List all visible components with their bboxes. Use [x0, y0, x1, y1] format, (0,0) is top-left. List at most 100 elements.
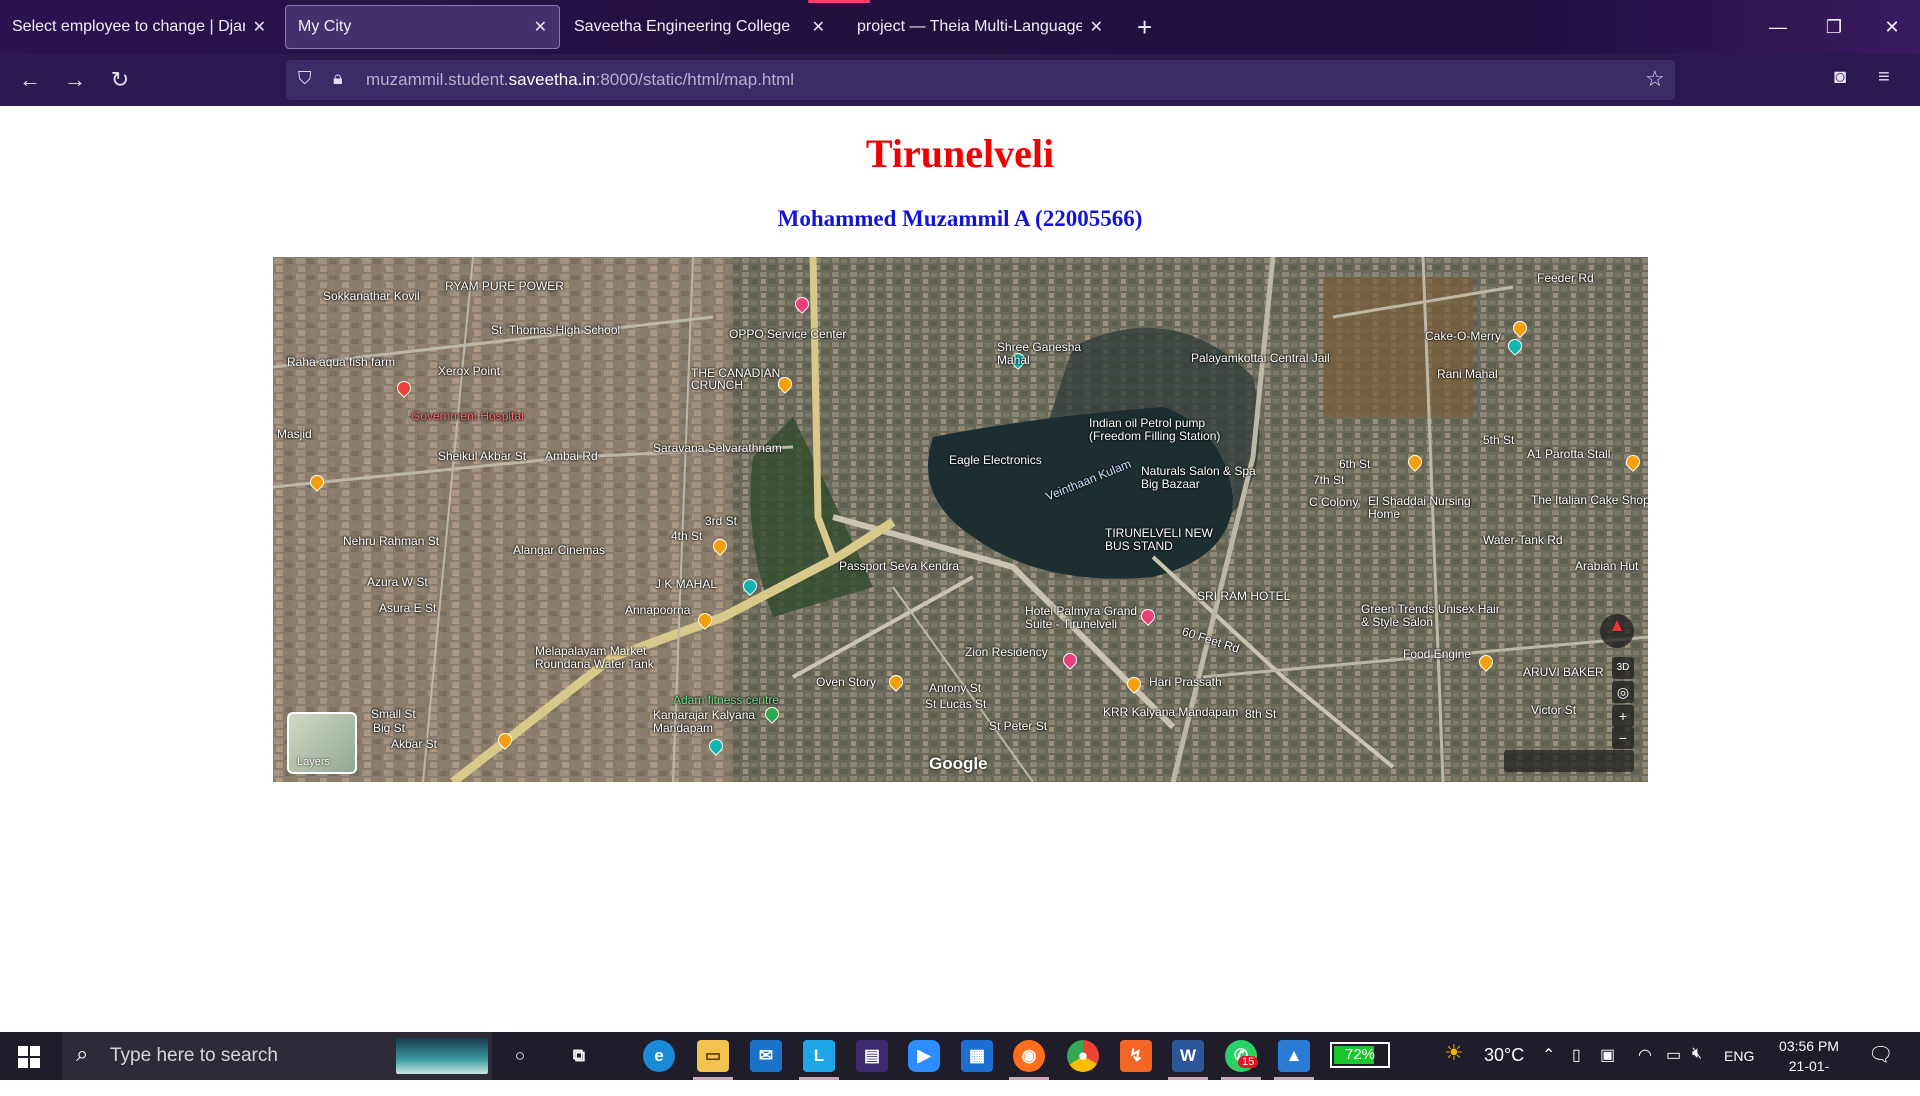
- bookmark-star-icon[interactable]: ☆: [1645, 66, 1665, 92]
- close-icon[interactable]: ✕: [534, 17, 547, 37]
- firefox-icon[interactable]: ◉: [1013, 1040, 1045, 1072]
- map-label: Saravana Selvarathnam: [653, 441, 782, 455]
- map-label: C Colony: [1309, 495, 1359, 509]
- layers-button[interactable]: Layers: [287, 712, 357, 774]
- forward-arrow-icon[interactable]: →: [58, 64, 92, 96]
- weather-icon[interactable]: ☀: [1444, 1040, 1464, 1066]
- layers-label: Layers: [297, 756, 331, 768]
- zoom-icon[interactable]: ▶: [908, 1040, 940, 1072]
- compass-icon[interactable]: [1600, 614, 1634, 648]
- volume-muted-icon[interactable]: 🔇︎: [1692, 1045, 1702, 1063]
- map-label: El Shaddai Nursing Home: [1368, 494, 1471, 521]
- taskbar-search[interactable]: ⌕ Type here to search: [62, 1032, 492, 1080]
- minimize-icon[interactable]: —: [1758, 10, 1798, 44]
- map-label: Xerox Point: [438, 364, 501, 378]
- language-indicator[interactable]: ENG: [1724, 1048, 1754, 1064]
- map-label: Asura E St: [379, 601, 437, 615]
- map-label: Cake-O-Merry: [1425, 329, 1502, 343]
- map-label: ARUVI BAKER: [1523, 665, 1604, 679]
- map-label: 6th St: [1339, 457, 1371, 471]
- my-location-icon[interactable]: ◎: [1612, 681, 1634, 703]
- tab-theia[interactable]: project — Theia Multi-Language Ex ✕: [845, 5, 1115, 49]
- store-icon[interactable]: ▦: [961, 1040, 993, 1072]
- google-logo: Google: [929, 754, 988, 773]
- reload-icon[interactable]: ↻: [103, 64, 137, 96]
- map-embed[interactable]: Sokkanathar Kovil RYAM PURE POWER St. Th…: [273, 257, 1648, 782]
- new-tab-icon[interactable]: +: [1137, 10, 1152, 44]
- map-label: Small St: [371, 707, 416, 721]
- tab-my-city[interactable]: My City ✕: [285, 5, 560, 49]
- mail-icon[interactable]: ✉: [750, 1040, 782, 1072]
- tab-saveetha[interactable]: Saveetha Engineering College ✕: [562, 5, 837, 49]
- close-icon[interactable]: ✕: [1090, 17, 1103, 37]
- tilt-3d-button[interactable]: 3D: [1612, 657, 1634, 679]
- shield-icon[interactable]: ⛉: [298, 68, 312, 89]
- map-label: Feeder Rd: [1537, 271, 1594, 285]
- map-label: Raha aqua fish farm: [287, 355, 396, 369]
- map-label: Water-Tank Rd: [1483, 533, 1563, 547]
- battery-percent: 72%: [1344, 1046, 1376, 1063]
- battery-meter[interactable]: 72%: [1330, 1042, 1390, 1068]
- windows-start-icon[interactable]: [18, 1046, 40, 1068]
- map-label: Green Trends Unisex Hair & Style Salon: [1361, 602, 1500, 629]
- dock-app-icon[interactable]: ↯: [1120, 1040, 1152, 1072]
- search-icon: ⌕: [76, 1041, 89, 1066]
- close-window-icon[interactable]: ✕: [1872, 10, 1912, 44]
- close-icon[interactable]: ✕: [812, 17, 825, 37]
- map-label: 8th St: [1245, 707, 1277, 721]
- winrar-icon[interactable]: ▤: [856, 1040, 888, 1072]
- map-label: Eagle Electronics: [949, 453, 1042, 467]
- cortana-icon[interactable]: ○: [504, 1040, 536, 1072]
- tab-audio-indicator: [808, 0, 870, 3]
- pocket-icon[interactable]: ◙: [1834, 66, 1846, 89]
- map-label: Azura W St: [367, 575, 428, 589]
- zoom-out-button[interactable]: −: [1612, 727, 1634, 749]
- map-label: St Lucas St: [925, 697, 987, 711]
- clock[interactable]: 03:56 PM 21-01-2023: [1774, 1036, 1844, 1096]
- word-icon[interactable]: W: [1172, 1040, 1204, 1072]
- map-label: TIRUNELVELI NEW BUS STAND: [1105, 526, 1213, 553]
- map-label: Indian oil Petrol pump (Freedom Filling …: [1089, 416, 1221, 443]
- map-label: Rani Mahal: [1437, 367, 1498, 381]
- menu-icon[interactable]: ≡: [1878, 66, 1890, 89]
- restore-icon[interactable]: ❐: [1814, 10, 1854, 44]
- url-text[interactable]: muzammil.student.saveetha.in:8000/static…: [366, 70, 794, 90]
- notifications-icon[interactable]: 🗨︎: [1868, 1042, 1893, 1067]
- map-label: Big St: [373, 721, 406, 735]
- weather-temp[interactable]: 30°C: [1484, 1045, 1524, 1066]
- map-label: Hotel Palmyra Grand Suite - Tirunelveli: [1025, 604, 1138, 631]
- map-label: 5th St: [1483, 433, 1515, 447]
- edge-icon[interactable]: e: [643, 1040, 675, 1072]
- tab-title: Select employee to change | Django: [12, 18, 245, 35]
- clock-time: 03:56 PM: [1779, 1038, 1839, 1054]
- clock-date: 21-01-2023: [1788, 1058, 1830, 1094]
- chrome-icon[interactable]: ●: [1067, 1040, 1099, 1072]
- map-label: 7th St: [1313, 473, 1345, 487]
- device-icon[interactable]: ▯: [1572, 1045, 1581, 1065]
- tab-django[interactable]: Select employee to change | Django ✕: [0, 5, 278, 49]
- back-arrow-icon[interactable]: ←: [13, 64, 47, 96]
- battery-tray-icon[interactable]: ▭: [1666, 1045, 1681, 1065]
- lock-icon[interactable]: 🔒︎: [333, 68, 343, 89]
- close-icon[interactable]: ✕: [253, 17, 266, 37]
- wifi-icon[interactable]: ◠: [1638, 1045, 1652, 1065]
- l-app-icon[interactable]: L: [803, 1040, 835, 1072]
- task-view-icon[interactable]: ⧉: [563, 1040, 595, 1072]
- map-label: Shree Ganesha Mahal: [997, 340, 1082, 367]
- file-explorer-icon[interactable]: ▭: [697, 1040, 729, 1072]
- url-host-prefix: muzammil.student.: [366, 70, 509, 89]
- map-label: Ambai Rd: [545, 449, 598, 463]
- imagery-strip[interactable]: [1504, 750, 1634, 772]
- zoom-in-button[interactable]: +: [1612, 705, 1634, 727]
- map-label: 3rd St: [705, 514, 738, 528]
- network-icon[interactable]: ▣: [1600, 1045, 1615, 1065]
- photos-icon[interactable]: ▲: [1278, 1040, 1310, 1072]
- chevron-up-icon[interactable]: ⌃: [1542, 1045, 1555, 1065]
- map-label: Arabian Hut: [1575, 559, 1639, 573]
- map-label: SRI RAM HOTEL: [1197, 589, 1291, 603]
- map-label: Alangar Cinemas: [513, 543, 606, 557]
- map-label: Antony St: [929, 681, 982, 695]
- map-label: Palayamkottai Central Jail: [1191, 351, 1330, 365]
- map-label: RYAM PURE POWER: [445, 279, 564, 293]
- map-label: Melapalayam Market Roundana Water Tank: [535, 644, 654, 671]
